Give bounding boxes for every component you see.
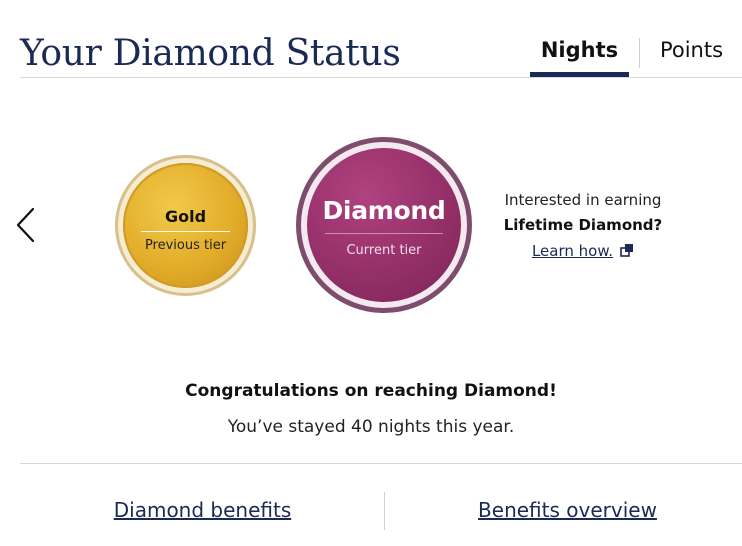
promo-intro: Interested in earning xyxy=(504,191,662,209)
gold-medallion: Gold Previous tier xyxy=(123,163,248,288)
section-divider xyxy=(20,463,742,464)
previous-tier-caption: Previous tier xyxy=(144,238,227,253)
footer-divider xyxy=(384,492,385,530)
diamond-benefits-link[interactable]: Diamond benefits xyxy=(90,498,315,522)
current-tier-name: Diamond xyxy=(322,196,446,225)
learn-how-link[interactable]: Learn how. xyxy=(532,242,613,260)
status-tabs: Nights Points xyxy=(530,30,742,77)
congratulations-heading: Congratulations on reaching Diamond! xyxy=(185,381,557,401)
external-link-icon[interactable] xyxy=(620,243,634,257)
promo-highlight: Lifetime Diamond? xyxy=(503,216,663,234)
tab-points[interactable]: Points xyxy=(641,30,742,77)
header-divider xyxy=(20,77,742,78)
tab-nights[interactable]: Nights xyxy=(530,30,629,77)
nights-stayed-text: You’ve stayed 40 nights this year. xyxy=(227,417,515,437)
tab-divider xyxy=(639,38,640,68)
chevron-left-icon[interactable] xyxy=(13,206,41,244)
badge-divider xyxy=(325,233,443,234)
current-tier-caption: Current tier xyxy=(346,243,422,258)
current-tier-badge: Diamond Current tier xyxy=(296,137,472,313)
lifetime-promo: Interested in earning Lifetime Diamond? … xyxy=(488,188,678,264)
badge-divider xyxy=(141,231,230,232)
page-title: Your Diamond Status xyxy=(20,33,401,74)
previous-tier-badge: Gold Previous tier xyxy=(115,155,256,296)
benefits-overview-link[interactable]: Benefits overview xyxy=(455,498,680,522)
diamond-medallion: Diamond Current tier xyxy=(307,148,461,302)
previous-tier-name: Gold xyxy=(164,207,207,226)
